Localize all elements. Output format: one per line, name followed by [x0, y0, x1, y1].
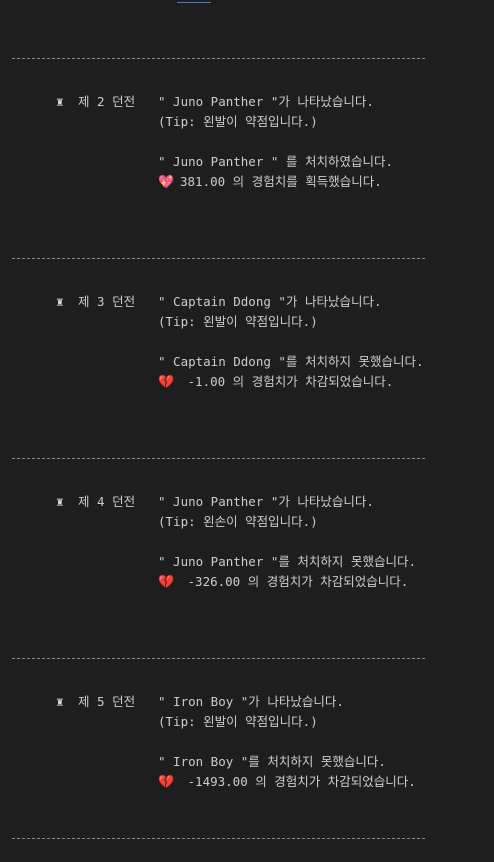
dungeon-section: ♜ 제 2 던전 " Juno Panther "가 나타났습니다. (Tip: …: [0, 92, 494, 192]
rook-icon: ♜: [56, 94, 64, 109]
tip-message: (Tip: 왼손이 약점입니다.): [158, 514, 318, 529]
appear-message: " Juno Panther "가 나타났습니다.: [158, 494, 374, 509]
exp-message: 💖 381.00 의 경험치를 획득했습니다.: [158, 172, 393, 192]
divider: [12, 258, 425, 259]
divider: [12, 838, 425, 839]
dungeon-section: ♜ 제 5 던전 " Iron Boy "가 나타났습니다. (Tip: 왼발이 …: [0, 692, 494, 792]
battle-log: " Juno Panther "가 나타났습니다. (Tip: 왼손이 약점입니…: [158, 492, 416, 592]
divider: [12, 58, 425, 59]
result-message: " Iron Boy "를 처치하지 못했습니다.: [158, 754, 386, 769]
link-underline[interactable]: [177, 2, 211, 3]
result-message: " Juno Panther " 를 처치하였습니다.: [158, 154, 393, 169]
rook-icon: ♜: [56, 294, 64, 309]
dungeon-label: ♜ 제 3 던전: [56, 292, 135, 312]
exp-text: 381.00 의 경험치를 획득했습니다.: [180, 174, 382, 189]
dungeon-section: ♜ 제 4 던전 " Juno Panther "가 나타났습니다. (Tip: …: [0, 492, 494, 592]
broken-heart-icon: 💔: [158, 375, 175, 390]
tip-message: (Tip: 왼발이 약점입니다.): [158, 714, 318, 729]
dungeon-stage: 제 4 던전: [78, 494, 136, 509]
appear-message: " Captain Ddong "가 나타났습니다.: [158, 294, 382, 309]
appear-message: " Juno Panther "가 나타났습니다.: [158, 94, 374, 109]
dungeon-label: ♜ 제 5 던전: [56, 692, 135, 712]
rook-icon: ♜: [56, 694, 64, 709]
exp-text: -1.00 의 경험치가 차감되었습니다.: [180, 374, 394, 389]
tip-message: (Tip: 왼발이 약점입니다.): [158, 314, 318, 329]
dungeon-section: ♜ 제 3 던전 " Captain Ddong "가 나타났습니다. (Tip:…: [0, 292, 494, 392]
broken-heart-icon: 💔: [158, 575, 175, 590]
dungeon-label: ♜ 제 4 던전: [56, 492, 135, 512]
exp-text: -1493.00 의 경험치가 차감되었습니다.: [180, 774, 416, 789]
exp-text: -326.00 의 경험치가 차감되었습니다.: [180, 574, 409, 589]
exp-message: 💔 -1.00 의 경험치가 차감되었습니다.: [158, 372, 424, 392]
result-message: " Captain Ddong "를 처치하지 못했습니다.: [158, 354, 424, 369]
divider: [12, 458, 425, 459]
tip-message: (Tip: 왼발이 약점입니다.): [158, 114, 318, 129]
sparkling-heart-icon: 💖: [158, 175, 175, 190]
divider: [12, 658, 425, 659]
exp-message: 💔 -1493.00 의 경험치가 차감되었습니다.: [158, 772, 416, 792]
broken-heart-icon: 💔: [158, 775, 175, 790]
dungeon-stage: 제 3 던전: [78, 294, 136, 309]
dungeon-label: ♜ 제 2 던전: [56, 92, 135, 112]
battle-log: " Juno Panther "가 나타났습니다. (Tip: 왼발이 약점입니…: [158, 92, 393, 192]
exp-message: 💔 -326.00 의 경험치가 차감되었습니다.: [158, 572, 416, 592]
appear-message: " Iron Boy "가 나타났습니다.: [158, 694, 344, 709]
battle-log: " Captain Ddong "가 나타났습니다. (Tip: 왼발이 약점입…: [158, 292, 424, 392]
result-message: " Juno Panther "를 처치하지 못했습니다.: [158, 554, 416, 569]
rook-icon: ♜: [56, 494, 64, 509]
battle-log: " Iron Boy "가 나타났습니다. (Tip: 왼발이 약점입니다.) …: [158, 692, 416, 792]
dungeon-stage: 제 5 던전: [78, 694, 136, 709]
dungeon-stage: 제 2 던전: [78, 94, 136, 109]
